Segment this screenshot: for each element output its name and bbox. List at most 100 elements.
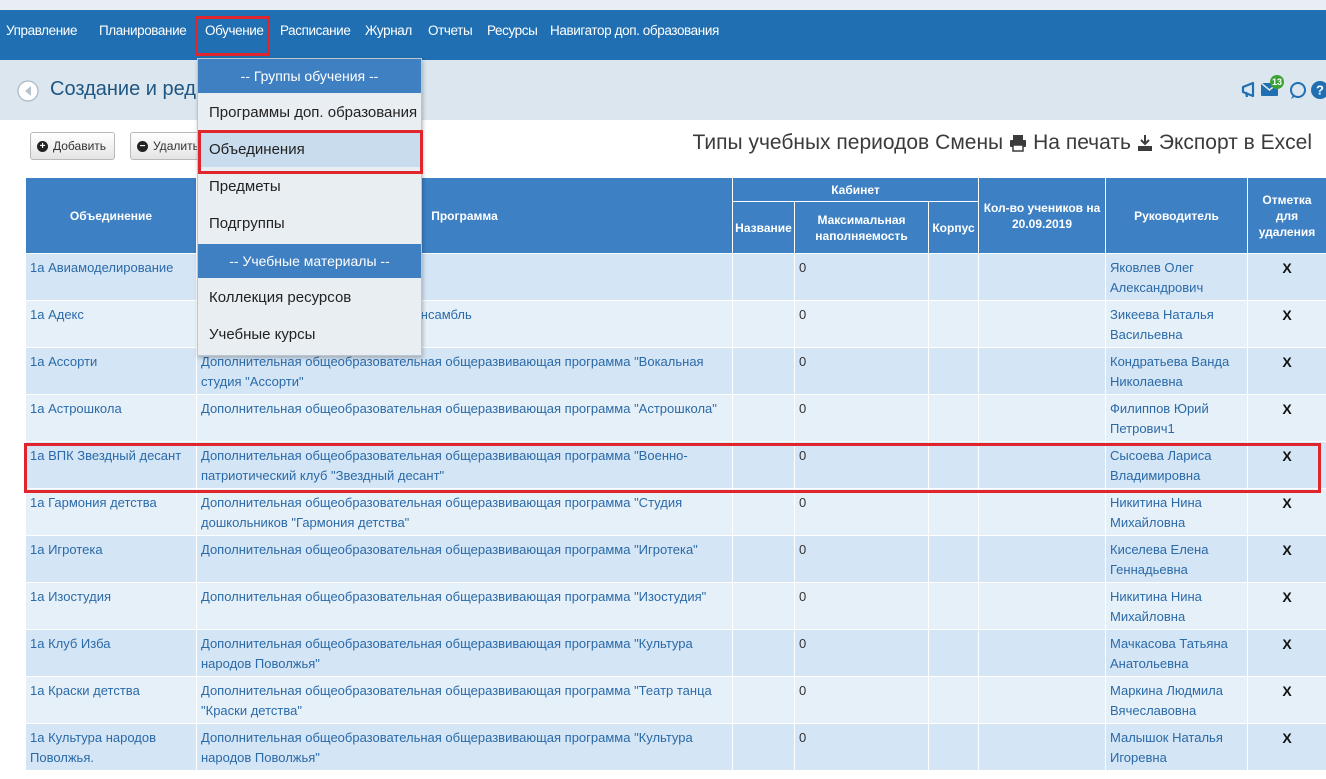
cell-union[interactable]: 1а Краски детства xyxy=(25,676,197,724)
nav-item-planning[interactable]: Планирование xyxy=(99,23,187,38)
cell-union[interactable]: 1а Ассорти xyxy=(25,347,197,395)
nav-item-management[interactable]: Управление xyxy=(6,23,77,38)
table-row[interactable]: 1а Гармония детства Дополнительная общеоб… xyxy=(25,488,1326,536)
nav-item-journal[interactable]: Журнал xyxy=(365,23,412,38)
cell-program[interactable]: Дополнительная общеобразовательная общер… xyxy=(196,488,733,536)
table-row[interactable]: 1а Культура народов Поволжья. Дополнитель… xyxy=(25,723,1326,771)
dropdown-item-subjects[interactable]: Предметы xyxy=(198,170,421,204)
top-strip xyxy=(0,0,1326,10)
nav-item-resources[interactable]: Ресурсы xyxy=(487,23,538,38)
cell-room-name xyxy=(732,723,795,771)
cell-leader[interactable]: Яковлев Олег Александрович xyxy=(1105,253,1248,301)
dropdown-item-collection[interactable]: Коллекция ресурсов xyxy=(198,281,421,315)
cell-room-building xyxy=(928,676,979,724)
dropdown-item-unions[interactable]: Объединения xyxy=(198,133,421,167)
cell-students xyxy=(978,582,1106,630)
cell-leader[interactable]: Никитина Нина Михайловна xyxy=(1105,488,1248,536)
col-header-students[interactable]: Кол-во учеников на 20.09.2019 xyxy=(978,177,1106,254)
table-row[interactable]: 1а Изостудия Дополнительная общеобразоват… xyxy=(25,582,1326,630)
cell-program[interactable]: Дополнительная общеобразовательная общер… xyxy=(196,676,733,724)
cell-leader[interactable]: Сысоева Лариса Владимировна xyxy=(1105,441,1248,489)
cell-delete-mark[interactable]: X xyxy=(1247,300,1326,348)
table-row[interactable]: 1а Клуб Изба Дополнительная общеобразоват… xyxy=(25,629,1326,677)
shifts-link[interactable]: Смены xyxy=(935,131,1003,155)
cell-union[interactable]: 1а Авиамоделирование xyxy=(25,253,197,301)
cell-delete-mark[interactable]: X xyxy=(1247,488,1326,536)
chat-icon[interactable] xyxy=(1290,82,1306,99)
cell-leader[interactable]: Филиппов Юрий Петрович1 xyxy=(1105,394,1248,442)
cell-delete-mark[interactable]: X xyxy=(1247,629,1326,677)
dropdown-item-subgroups[interactable]: Подгруппы xyxy=(198,207,421,241)
table-row[interactable]: 1а Астрошкола Дополнительная общеобразова… xyxy=(25,394,1326,442)
print-icon xyxy=(1010,135,1027,152)
col-header-room-capacity[interactable]: Максимальная наполняемость xyxy=(794,201,929,254)
cell-leader[interactable]: Маркина Людмила Вячеславовна xyxy=(1105,676,1248,724)
minus-icon: − xyxy=(137,140,148,152)
nav-item-schedule[interactable]: Расписание xyxy=(280,23,351,38)
cell-delete-mark[interactable]: X xyxy=(1247,535,1326,583)
table-row[interactable]: 1а Краски детства Дополнительная общеобра… xyxy=(25,676,1326,724)
cell-room-building xyxy=(928,441,979,489)
cell-students xyxy=(978,253,1106,301)
cell-delete-mark[interactable]: X xyxy=(1247,347,1326,395)
cell-program[interactable]: Дополнительная общеобразовательная общер… xyxy=(196,723,733,771)
nav-item-navigator[interactable]: Навигатор доп. образования xyxy=(550,23,719,38)
cell-delete-mark[interactable]: X xyxy=(1247,676,1326,724)
cell-room-name xyxy=(732,488,795,536)
megaphone-icon[interactable] xyxy=(1241,81,1255,98)
mail-icon[interactable]: 13 xyxy=(1260,75,1284,96)
cell-delete-mark[interactable]: X xyxy=(1247,394,1326,442)
cell-union[interactable]: 1а Гармония детства xyxy=(25,488,197,536)
cell-delete-mark[interactable]: X xyxy=(1247,582,1326,630)
cell-students xyxy=(978,394,1106,442)
nav-highlight-box xyxy=(195,16,270,56)
cell-program[interactable]: Дополнительная общеобразовательная общер… xyxy=(196,394,733,442)
cell-union[interactable]: 1а Адекс xyxy=(25,300,197,348)
cell-room-capacity: 0 xyxy=(794,300,929,348)
cell-room-name xyxy=(732,253,795,301)
cell-room-name xyxy=(732,441,795,489)
col-header-leader[interactable]: Руководитель xyxy=(1105,177,1248,254)
cell-leader[interactable]: Малышок Наталья Игоревна xyxy=(1105,723,1248,771)
col-header-room-building[interactable]: Корпус xyxy=(928,201,979,254)
table-row[interactable]: 1а ВПК Звездный десант Дополнительная общ… xyxy=(25,441,1326,489)
cell-room-name xyxy=(732,300,795,348)
cell-union[interactable]: 1а Игротека xyxy=(25,535,197,583)
back-icon[interactable] xyxy=(17,80,39,102)
svg-text:13: 13 xyxy=(1272,77,1282,87)
help-icon[interactable]: ? xyxy=(1311,81,1326,99)
add-button[interactable]: + Добавить xyxy=(30,132,116,160)
cell-room-building xyxy=(928,629,979,677)
export-excel-link[interactable]: Экспорт в Excel xyxy=(1159,131,1312,155)
cell-leader[interactable]: Киселева Елена Геннадьевна xyxy=(1105,535,1248,583)
cell-program[interactable]: Дополнительная общеобразовательная общер… xyxy=(196,629,733,677)
dropdown-item-programs[interactable]: Программы доп. образования xyxy=(198,96,421,130)
period-types-link[interactable]: Типы учебных периодов xyxy=(693,131,930,155)
print-link[interactable]: На печать xyxy=(1033,131,1131,155)
nav-item-reports[interactable]: Отчеты xyxy=(428,23,473,38)
add-button-label: Добавить xyxy=(53,139,107,153)
col-header-room-name[interactable]: Название xyxy=(732,201,795,254)
cell-students xyxy=(978,723,1106,771)
cell-program[interactable]: Дополнительная общеобразовательная общер… xyxy=(196,535,733,583)
cell-room-building xyxy=(928,300,979,348)
cell-union[interactable]: 1а ВПК Звездный десант xyxy=(25,441,197,489)
cell-delete-mark[interactable]: X xyxy=(1247,441,1326,489)
cell-room-building xyxy=(928,582,979,630)
col-header-union[interactable]: Объединение xyxy=(25,177,197,254)
cell-delete-mark[interactable]: X xyxy=(1247,253,1326,301)
table-row[interactable]: 1а Игротека Дополнительная общеобразовате… xyxy=(25,535,1326,583)
cell-leader[interactable]: Никитина Нина Михайловна xyxy=(1105,582,1248,630)
cell-leader[interactable]: Мачкасова Татьяна Анатольевна xyxy=(1105,629,1248,677)
cell-delete-mark[interactable]: X xyxy=(1247,723,1326,771)
cell-room-building xyxy=(928,723,979,771)
cell-program[interactable]: Дополнительная общеобразовательная общер… xyxy=(196,582,733,630)
cell-program[interactable]: Дополнительная общеобразовательная общер… xyxy=(196,441,733,489)
cell-union[interactable]: 1а Астрошкола xyxy=(25,394,197,442)
cell-leader[interactable]: Зикеева Наталья Васильевна xyxy=(1105,300,1248,348)
cell-union[interactable]: 1а Культура народов Поволжья. xyxy=(25,723,197,771)
cell-leader[interactable]: Кондратьева Ванда Николаевна xyxy=(1105,347,1248,395)
cell-union[interactable]: 1а Клуб Изба xyxy=(25,629,197,677)
cell-union[interactable]: 1а Изостудия xyxy=(25,582,197,630)
dropdown-item-courses[interactable]: Учебные курсы xyxy=(198,318,421,352)
